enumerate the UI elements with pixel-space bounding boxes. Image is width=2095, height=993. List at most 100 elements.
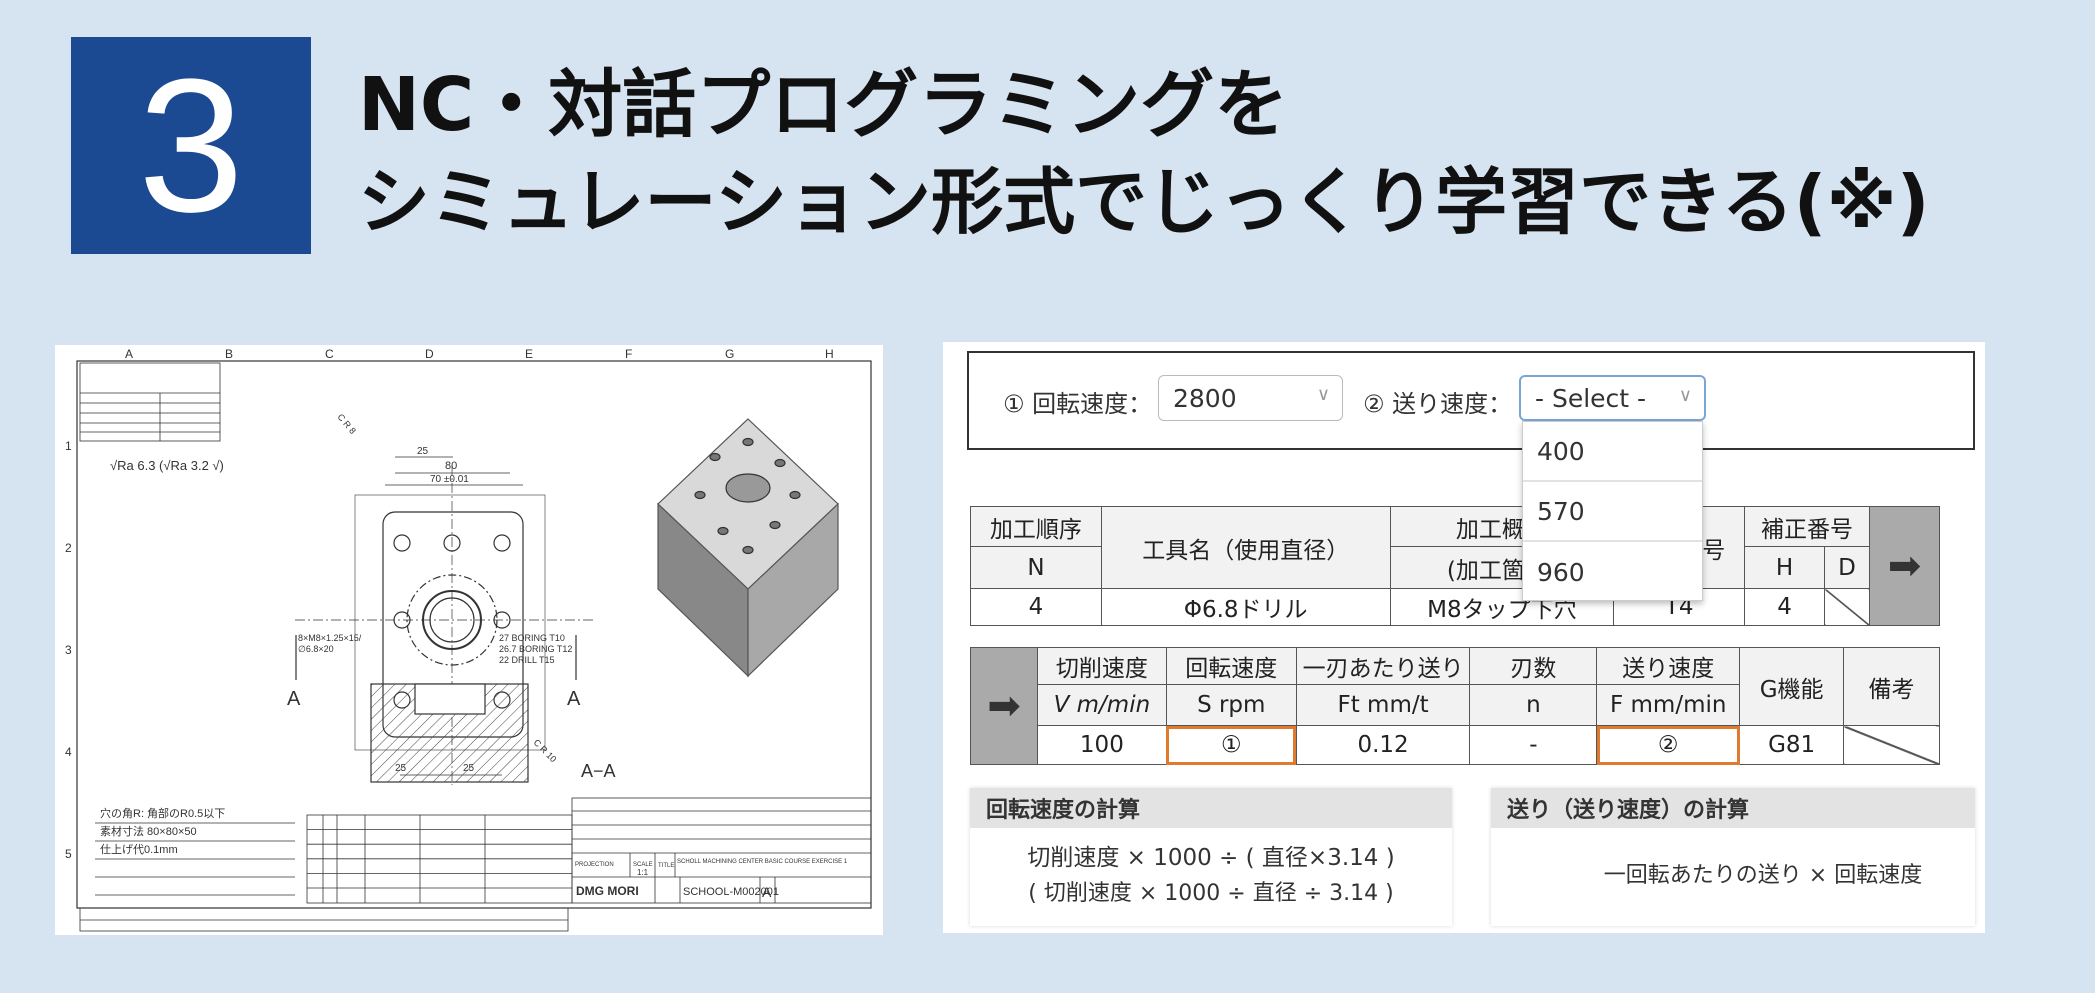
spindle-calc-formula-alt: ( 切削速度 × 1000 ÷ 直径 ÷ 3.14 ) — [1028, 881, 1394, 906]
header-order-n: N — [970, 546, 1102, 589]
dim-pitch: 25 — [417, 446, 429, 457]
drawing-title: SCHOLL MACHINING CENTER BASIC COURSE EXE… — [677, 859, 848, 865]
dim-inner: 70 ±0.01 — [430, 474, 469, 485]
header-g-function: G機能 — [1739, 647, 1845, 726]
cell-order: 4 — [970, 588, 1102, 626]
grid-column-label: C — [325, 347, 334, 361]
feed-calc-title: 送り（送り速度）の計算 — [1491, 788, 1975, 828]
section-mark-right: A — [567, 688, 581, 710]
header-feed-per-tooth: 一刃あたり送り — [1295, 647, 1471, 685]
note-2: 素材寸法 80×80×50 — [100, 824, 197, 838]
unit-f: F mm/min — [1596, 684, 1741, 726]
arrow-right-icon: ➡ — [970, 647, 1038, 765]
bolt-hole — [493, 534, 511, 552]
section-number-badge: 3 — [71, 37, 311, 254]
cell-feed-per-tooth: 0.12 — [1295, 725, 1471, 765]
revision-letter: A — [762, 884, 772, 900]
iso-hole — [742, 437, 754, 447]
header-tool: 工具名（使用直径） — [1100, 506, 1391, 589]
surface-finish-symbol: √Ra 6.3 (√Ra 3.2 √) — [110, 458, 224, 473]
cell-h: 4 — [1744, 588, 1826, 626]
process-table: 加工順序工具名（使用直径）加工概要工具番号補正番号➡ N(加工箇所)HD 4Φ6… — [970, 506, 1941, 626]
unit-v: V m/min — [1036, 684, 1167, 726]
dmg-mori-logo: DMG MORI — [576, 884, 639, 898]
header-teeth: 刃数 — [1469, 647, 1598, 685]
thread-note: 8×M8×1.25×15/ — [298, 633, 362, 643]
header-order: 加工順序 — [970, 506, 1102, 547]
section-number: 3 — [138, 39, 244, 252]
unit-n: n — [1469, 684, 1598, 726]
grid-column-label: F — [625, 347, 632, 361]
grid-row-label: 4 — [65, 745, 72, 759]
section-mark-left: A — [287, 688, 301, 710]
note-table — [79, 362, 221, 442]
spindle-calc-card: 回転速度の計算 切削速度 × 1000 ÷ ( 直径×3.14 ) ( 切削速度… — [970, 788, 1452, 926]
feed-speed-dropdown: 400 570 960 — [1522, 421, 1703, 601]
isometric-view — [657, 418, 839, 678]
iso-hole — [774, 458, 786, 468]
grid-row-label: 5 — [65, 847, 72, 861]
grid-row-label: 1 — [65, 439, 72, 453]
scale-value: 1:1 — [637, 868, 649, 877]
boring-note-2: 26.7 BORING T12 — [499, 644, 572, 654]
cell-tool: Φ6.8ドリル — [1100, 588, 1391, 626]
chevron-down-icon: ∨ — [1678, 385, 1692, 406]
cell-cutting-speed: 100 — [1036, 725, 1167, 765]
grid-column-label: B — [225, 347, 233, 361]
dim-width: 80 — [445, 460, 457, 472]
grid-row-label: 2 — [65, 541, 72, 555]
boring-note-1: 27 BORING T10 — [499, 633, 565, 643]
grid-column-label: E — [525, 347, 533, 361]
spindle-speed-label: ① 回転速度： — [1003, 390, 1153, 418]
spindle-calc-formula: 切削速度 × 1000 ÷ ( 直径×3.14 ) — [1027, 845, 1395, 871]
iso-hole — [717, 526, 729, 536]
header-spindle-speed: 回転速度 — [1165, 647, 1297, 685]
iso-hole — [694, 490, 706, 500]
chevron-down-icon: ∨ — [1316, 384, 1330, 405]
note-1: 穴の角R: 角部のR0.5以下 — [100, 806, 225, 820]
unit-s: S rpm — [1165, 684, 1297, 726]
cell-feed-speed-target[interactable]: ② — [1596, 725, 1741, 765]
boring-note-3: 22 DRILL T15 — [499, 655, 555, 665]
grid-column-label: G — [725, 347, 734, 361]
feed-option[interactable]: 570 — [1523, 482, 1702, 542]
feed-speed-value: - Select - — [1535, 383, 1647, 413]
feed-calc-formula: 一回転あたりの送り × 回転速度 — [1603, 863, 1923, 888]
iso-hole — [769, 520, 781, 530]
cell-d-empty — [1824, 588, 1870, 626]
section-title: A−A — [581, 761, 616, 781]
feed-option[interactable]: 400 — [1523, 422, 1702, 482]
header-offset: 補正番号 — [1744, 506, 1870, 547]
technical-drawing: A B C D E F G H 1 2 3 4 5 √Ra 6.3 (√Ra 3.2 √) 80 70… — [55, 345, 883, 935]
cell-spindle-speed-target[interactable]: ① — [1165, 725, 1297, 765]
projection-label: PROJECTION — [575, 862, 614, 868]
arrow-right-icon: ➡ — [1868, 506, 1941, 626]
iso-hole — [789, 490, 801, 500]
cutting-conditions-table: ➡ 切削速度 回転速度 一刃あたり送り 刃数 送り速度 G機能 備考 V m/min S rp… — [970, 647, 1940, 765]
grid-row-label: 3 — [65, 643, 72, 657]
feed-speed-label: ② 送り速度： — [1363, 390, 1513, 418]
note-3: 仕上げ代0.1mm — [100, 843, 178, 856]
spindle-speed-select[interactable]: 2800 ∨ — [1158, 375, 1343, 421]
spindle-calc-title: 回転速度の計算 — [970, 788, 1452, 828]
feed-speed-select[interactable]: - Select - ∨ — [1519, 375, 1706, 421]
header-cutting-speed: 切削速度 — [1036, 647, 1167, 685]
thread-note-2: ∅6.8×20 — [298, 644, 334, 654]
grid-column-label: D — [425, 347, 434, 361]
cell-teeth: - — [1469, 725, 1598, 765]
iso-hole — [709, 452, 721, 462]
dim-radius-1: C R 8 — [335, 412, 357, 436]
unit-ft: Ft mm/t — [1295, 684, 1471, 726]
cell-remark-empty — [1843, 725, 1940, 765]
headline-line2: シミュレーション形式でじっくり学習できる(※) — [358, 160, 1930, 244]
grid-column-label: H — [825, 347, 834, 361]
feed-option[interactable]: 960 — [1523, 542, 1702, 602]
headline-line1: NC・対話プログラミングを — [358, 62, 1289, 148]
feed-calc-card: 送り（送り速度）の計算 一回転あたりの送り × 回転速度 — [1491, 788, 1975, 926]
cell-g-function: G81 — [1739, 725, 1845, 765]
bolt-hole — [393, 534, 411, 552]
spindle-speed-value: 2800 — [1173, 383, 1237, 413]
header-d: D — [1824, 546, 1870, 589]
title-label: TITLE — [658, 863, 674, 869]
iso-hole — [742, 545, 754, 555]
